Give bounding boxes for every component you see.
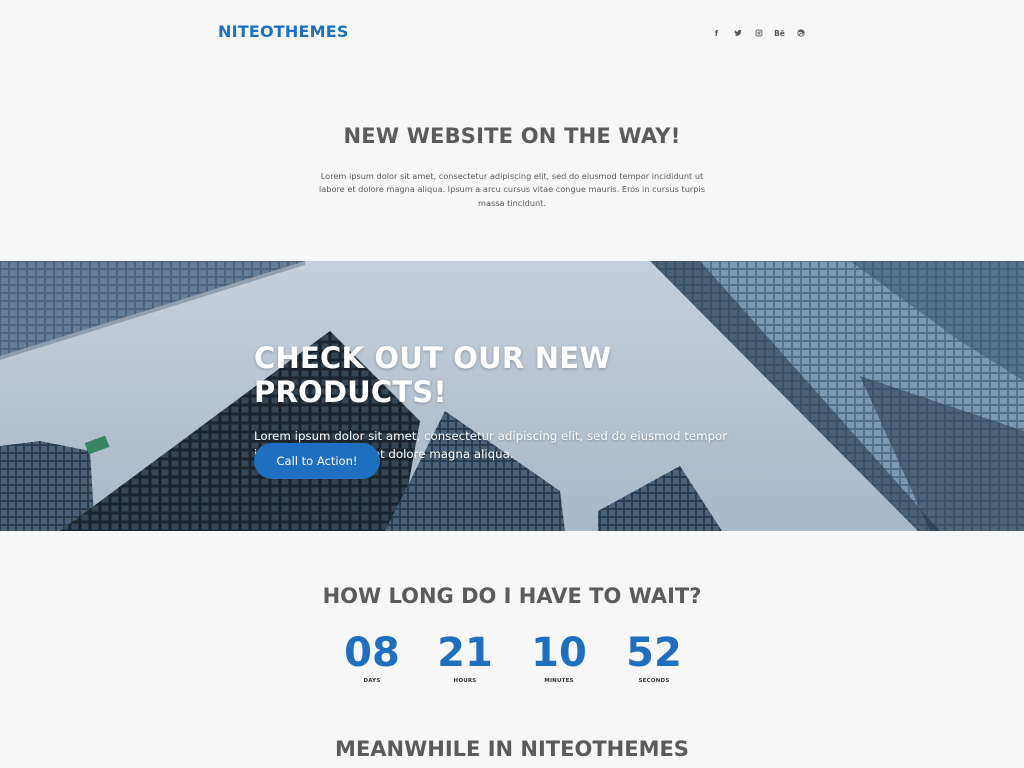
seconds-label: SECONDS xyxy=(638,678,670,684)
hero-banner: CHECK OUT OUR NEW PRODUCTS! Lorem ipsum … xyxy=(0,261,1024,531)
countdown-minutes: 10 MINUTES xyxy=(514,630,604,684)
days-label: DAYS xyxy=(363,678,381,684)
twitter-icon xyxy=(733,29,742,36)
instagram-link[interactable] xyxy=(748,26,769,40)
minutes-label: MINUTES xyxy=(544,678,574,684)
hours-value: 21 xyxy=(437,630,493,676)
call-to-action-button[interactable]: Call to Action! xyxy=(254,443,380,479)
hero-title: CHECK OUT OUR NEW PRODUCTS! xyxy=(254,341,612,409)
instagram-icon xyxy=(755,29,762,37)
hero-content: CHECK OUT OUR NEW PRODUCTS! Lorem ipsum … xyxy=(254,341,774,479)
days-value: 08 xyxy=(344,630,400,676)
dribbble-icon xyxy=(796,29,805,37)
social-links: f Bē xyxy=(706,26,811,40)
countdown-timer: 08 DAYS 21 HOURS 10 MINUTES 52 SECONDS xyxy=(328,630,698,690)
behance-icon: Bē xyxy=(774,28,785,38)
intro-text: Lorem ipsum dolor sit amet, consectetur … xyxy=(319,171,705,208)
site-header: NITEOTHEMES f Bē xyxy=(0,0,1024,64)
intro-section: NEW WEBSITE ON THE WAY! Lorem ipsum dolo… xyxy=(0,124,1024,210)
meanwhile-title: MEANWHILE IN NITEOTHEMES xyxy=(335,737,689,761)
minutes-value: 10 xyxy=(531,630,587,676)
intro-title: NEW WEBSITE ON THE WAY! xyxy=(343,124,681,148)
behance-link[interactable]: Bē xyxy=(769,26,790,40)
countdown-days: 08 DAYS xyxy=(327,630,417,684)
seconds-value: 52 xyxy=(626,630,682,676)
hours-label: HOURS xyxy=(453,678,477,684)
site-logo[interactable]: NITEOTHEMES xyxy=(218,22,349,41)
countdown-title: HOW LONG DO I HAVE TO WAIT? xyxy=(322,584,702,608)
countdown-hours: 21 HOURS xyxy=(420,630,510,684)
facebook-link[interactable]: f xyxy=(706,26,727,40)
facebook-icon: f xyxy=(714,28,719,38)
countdown-seconds: 52 SECONDS xyxy=(609,630,699,684)
twitter-link[interactable] xyxy=(727,26,748,40)
dribbble-link[interactable] xyxy=(790,26,811,40)
